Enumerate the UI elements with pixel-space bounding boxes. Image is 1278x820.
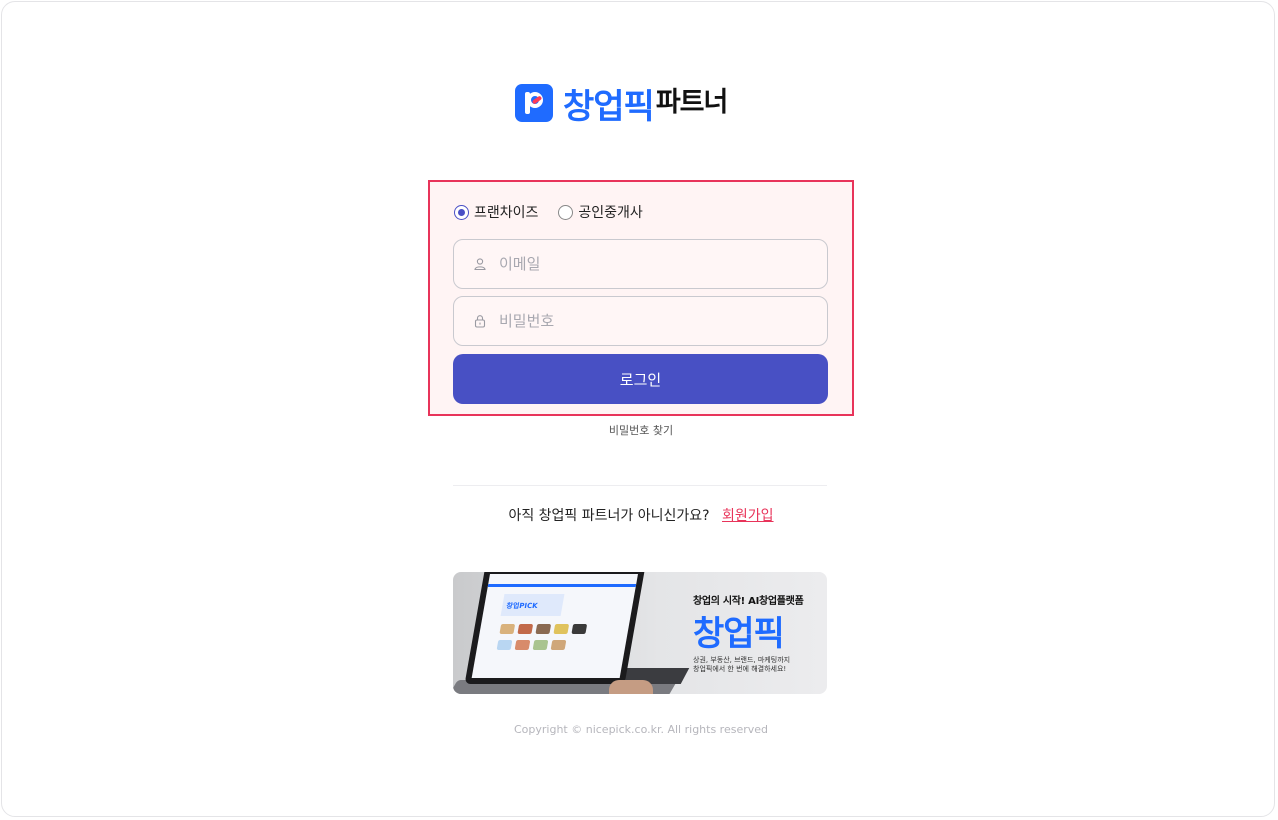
- radio-franchise-label: 프랜차이즈: [474, 205, 539, 221]
- login-button[interactable]: 로그인: [453, 354, 828, 404]
- banner-subtitle-line2: 창업픽에서 한 번에 해결하세요!: [693, 665, 787, 673]
- copyright: Copyright © nicepick.co.kr. All rights r…: [513, 723, 769, 736]
- user-icon: [474, 258, 486, 271]
- signup-row: 아직 창업픽 파트너가 아니신가요? 회원가입: [2, 505, 1278, 525]
- logo-mark-icon: [515, 84, 553, 122]
- logo-brand-text: 창업픽: [563, 86, 655, 127]
- find-password-link[interactable]: 비밀번호 찾기: [609, 424, 673, 437]
- page-frame: 창업픽 파트너 프랜차이즈 공인중개사 이메일 로그인 비밀번호 찾기 아직 창…: [1, 1, 1275, 817]
- banner-subtitle-line1: 상권, 부동산, 브랜드, 마케팅까지: [693, 656, 791, 664]
- divider: [453, 485, 827, 486]
- lock-icon: [474, 315, 486, 328]
- login-form: 프랜차이즈 공인중개사 로그인: [428, 180, 854, 416]
- logo-suffix-text: 파트너: [655, 86, 729, 118]
- user-type-selector: 프랜차이즈 공인중개사: [454, 202, 663, 222]
- radio-realtor-label: 공인중개사: [578, 205, 643, 221]
- radio-checked-icon[interactable]: [454, 204, 469, 220]
- signup-prompt: 아직 창업픽 파트너가 아니신가요?: [508, 508, 710, 524]
- find-password-row: 비밀번호 찾기: [2, 422, 1278, 438]
- banner-subtitle: 상권, 부동산, 브랜드, 마케팅까지 창업픽에서 한 번에 해결하세요!: [693, 656, 790, 674]
- logo[interactable]: 창업픽 파트너: [515, 80, 729, 127]
- radio-franchise[interactable]: 프랜차이즈: [454, 202, 538, 222]
- signup-link[interactable]: 회원가입: [722, 508, 774, 524]
- screen-logo-text: 창업PICK: [505, 602, 539, 610]
- email-input[interactable]: [497, 254, 801, 274]
- password-input[interactable]: [497, 311, 801, 331]
- banner-title: 창업픽: [693, 614, 785, 654]
- email-field[interactable]: [453, 239, 828, 289]
- radio-unchecked-icon[interactable]: [558, 204, 574, 220]
- password-field[interactable]: [453, 296, 828, 346]
- banner-tagline: 창업의 시작! AI창업플랫폼: [693, 596, 804, 607]
- radio-realtor[interactable]: 공인중개사: [558, 202, 643, 222]
- laptop-screen-image: 창업PICK: [464, 572, 646, 684]
- hand-image: [609, 680, 653, 694]
- promo-banner[interactable]: 창업PICK 창업의 시작! AI창업플랫폼 창업픽 상권, 부동산, 브랜드,…: [453, 572, 827, 694]
